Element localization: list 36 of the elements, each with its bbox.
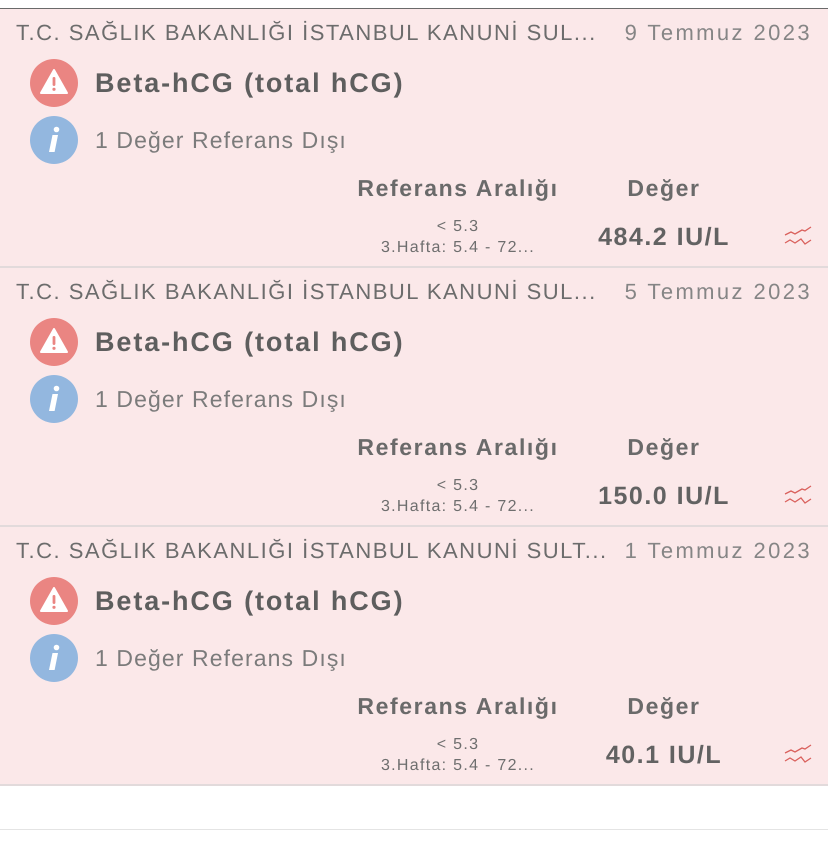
warning-icon xyxy=(30,577,78,626)
hospital-name: T.C. SAĞLIK BAKANLIĞI İSTANBUL KANUNİ SULT... xyxy=(16,538,608,564)
reference-range: 3.Hafta: 5.4 - 72... xyxy=(380,238,536,258)
result-card[interactable]: T.C. SAĞLIK BAKANLIĞI İSTANBUL KANUNİ SULT... 1 Temmuz 2023 Beta-hCG (total hCG) 1 Değer Referans Dışı Referans Aralığı Değer < 5.3 3.Hafta: 5.4 - 72... 40.1 IU/L xyxy=(0,527,828,786)
reference-range: < 5.3 xyxy=(436,217,480,238)
hospital-name: T.C. SAĞLIK BAKANLIĞI İSTANBUL KANUNİ SUL... xyxy=(16,278,597,305)
result-value: 150.0 IU/L xyxy=(598,482,730,511)
warning-icon xyxy=(30,59,78,108)
result-date: 5 Temmuz 2023 xyxy=(624,278,812,305)
test-name: Beta-hCG (total hCG) xyxy=(95,326,404,358)
info-icon xyxy=(30,375,78,424)
result-card[interactable]: T.C. SAĞLIK BAKANLIĞI İSTANBUL KANUNİ SUL... 5 Temmuz 2023 Beta-hCG (total hCG) 1 Değer Referans Dışı Referans Aralığı Değer < 5.3 3.Hafta: 5.4 - 72... 150.0 IU/L xyxy=(0,268,828,527)
column-header: Referans Aralığı xyxy=(357,174,559,202)
result-value: 40.1 IU/L xyxy=(606,740,722,770)
out-of-range-note: 1 Değer Referans Dışı xyxy=(95,126,347,154)
column-header: Değer xyxy=(627,692,701,720)
result-date: 1 Temmuz 2023 xyxy=(624,538,812,564)
out-of-range-note: 1 Değer Referans Dışı xyxy=(95,644,347,672)
hospital-name: T.C. SAĞLIK BAKANLIĞI İSTANBUL KANUNİ SUL... xyxy=(16,20,597,46)
info-icon xyxy=(30,116,78,164)
warning-icon xyxy=(30,318,78,366)
info-icon xyxy=(30,634,78,682)
out-of-range-note: 1 Değer Referans Dışı xyxy=(95,386,347,413)
result-value: 484.2 IU/L xyxy=(598,222,730,252)
column-header: Değer xyxy=(627,174,701,202)
column-header: Referans Aralığı xyxy=(357,692,559,720)
column-header: Değer xyxy=(627,434,701,461)
reference-range: 3.Hafta: 5.4 - 72... xyxy=(380,756,536,776)
result-card[interactable]: T.C. SAĞLIK BAKANLIĞI İSTANBUL KANUNİ SUL... 9 Temmuz 2023 Beta-hCG (total hCG) 1 Değer Referans Dışı Referans Aralığı Değer < 5.3 3.Hafta: 5.4 - 72... 484.2 IU/L xyxy=(0,9,828,268)
test-name: Beta-hCG (total hCG) xyxy=(95,68,404,99)
reference-range: < 5.3 xyxy=(436,476,480,496)
result-date: 9 Temmuz 2023 xyxy=(624,20,812,46)
test-name: Beta-hCG (total hCG) xyxy=(95,586,404,617)
column-header: Referans Aralığı xyxy=(357,434,559,461)
reference-range: < 5.3 xyxy=(436,735,480,756)
reference-range: 3.Hafta: 5.4 - 72... xyxy=(380,497,536,518)
